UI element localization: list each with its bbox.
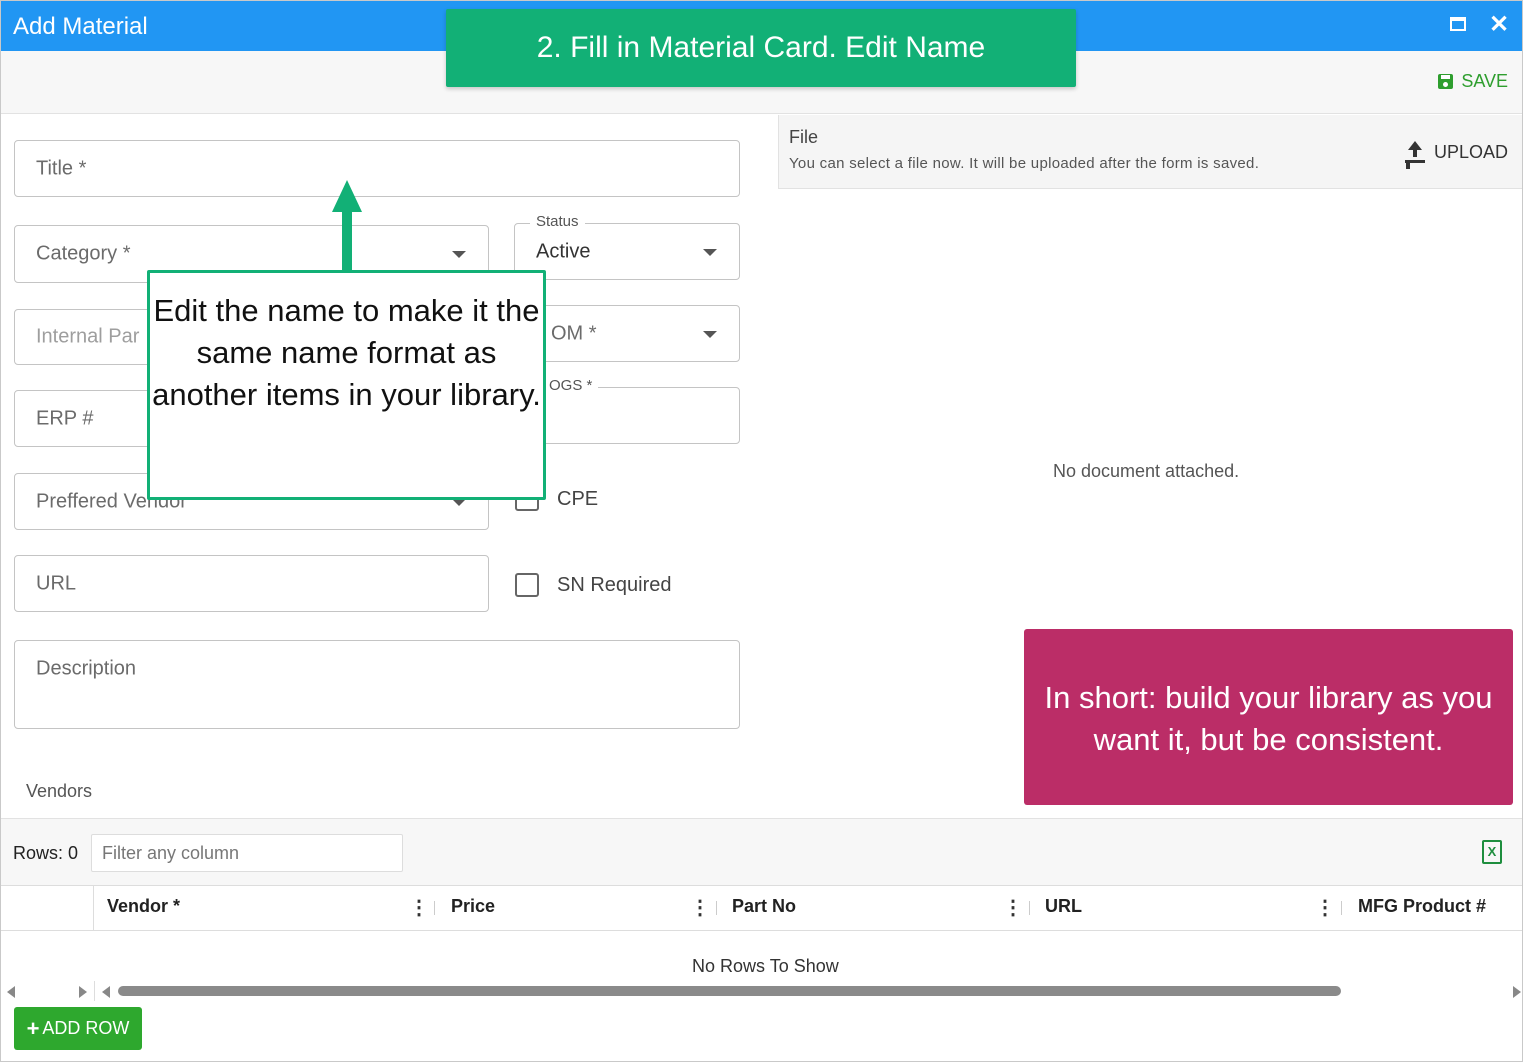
file-panel: File You can select a file now. It will … <box>778 115 1522 189</box>
column-separator[interactable] <box>1029 901 1030 915</box>
row-selector-column <box>1 886 94 930</box>
upload-label: UPLOAD <box>1433 141 1508 162</box>
sn-required-label: SN Required <box>557 573 672 596</box>
grid-header: Vendor * ⋮ Price ⋮ Part No ⋮ URL ⋮ MFG P… <box>1 885 1522 931</box>
maximize-button[interactable] <box>1444 11 1472 39</box>
maximize-icon <box>1450 16 1466 31</box>
scroll-right-icon[interactable] <box>79 986 87 998</box>
cogs-legend: OGS * <box>543 377 599 394</box>
rows-count: Rows: 0 <box>13 843 79 863</box>
scroll-left-icon[interactable] <box>7 986 15 998</box>
column-separator[interactable] <box>716 901 717 915</box>
uom-select[interactable]: OM * <box>514 305 740 362</box>
title-input[interactable]: Title * <box>14 140 740 197</box>
no-rows-text: No Rows To Show <box>692 956 839 976</box>
cpe-label: CPE <box>557 487 599 510</box>
status-value: Active <box>536 240 591 262</box>
sn-required-checkbox-row[interactable]: SN Required <box>515 573 672 597</box>
chevron-down-icon <box>703 248 717 256</box>
scroll-thumb[interactable] <box>118 986 1341 996</box>
column-header-mfg-product[interactable]: MFG Product # <box>1358 896 1486 917</box>
chevron-down-icon <box>703 330 717 338</box>
filter-input[interactable] <box>91 834 403 872</box>
step-banner: 2. Fill in Material Card. Edit Name <box>446 9 1076 87</box>
cogs-input[interactable]: OGS * <box>514 377 740 444</box>
scroll-divider <box>94 981 95 1001</box>
column-menu-icon[interactable]: ⋮ <box>1003 895 1023 920</box>
scroll-left-icon[interactable] <box>102 986 110 998</box>
horizontal-scrollbar[interactable] <box>1 981 1522 1001</box>
add-row-button[interactable]: + ADD ROW <box>14 1007 142 1050</box>
internal-part-placeholder: Internal Par <box>36 325 140 348</box>
column-menu-icon[interactable]: ⋮ <box>690 895 710 920</box>
file-hint: You can select a file now. It will be up… <box>789 155 1260 172</box>
save-button[interactable]: SAVE <box>1438 71 1508 92</box>
plus-icon: + <box>26 1015 40 1041</box>
tip-box: In short: build your library as you want… <box>1024 629 1513 805</box>
url-input[interactable]: URL <box>14 555 489 612</box>
description-placeholder: Description <box>36 657 137 680</box>
close-button[interactable]: ✕ <box>1485 11 1513 39</box>
excel-export-icon[interactable]: X <box>1482 840 1502 864</box>
grid-toolbar: Rows: 0 X <box>1 818 1522 885</box>
sn-required-checkbox[interactable] <box>515 573 539 597</box>
column-separator[interactable] <box>434 901 435 915</box>
url-placeholder: URL <box>36 572 77 594</box>
save-icon <box>1438 74 1454 89</box>
file-title: File <box>789 127 819 147</box>
erp-placeholder: ERP # <box>36 407 94 429</box>
no-document-text: No document attached. <box>1053 461 1240 481</box>
column-separator[interactable] <box>1341 901 1342 915</box>
column-menu-icon[interactable]: ⋮ <box>409 895 429 920</box>
category-placeholder: Category * <box>36 242 131 265</box>
column-header-url[interactable]: URL <box>1045 896 1082 917</box>
save-label: SAVE <box>1461 71 1508 91</box>
description-textarea[interactable]: Description <box>14 640 740 729</box>
arrow-up-icon <box>332 180 362 272</box>
add-row-label: ADD ROW <box>42 1018 130 1038</box>
dialog-title: Add Material <box>13 13 148 40</box>
title-placeholder: Title * <box>36 157 87 179</box>
column-menu-icon[interactable]: ⋮ <box>1315 895 1335 920</box>
status-select[interactable]: Status Active <box>514 213 740 280</box>
status-legend: Status <box>530 213 585 230</box>
instruction-callout: Edit the name to make it the same name f… <box>147 270 546 500</box>
upload-button[interactable]: UPLOAD <box>1404 141 1508 163</box>
chevron-down-icon <box>452 251 466 258</box>
column-header-part-no[interactable]: Part No <box>732 896 796 917</box>
uom-placeholder: OM * <box>551 322 597 344</box>
vendors-heading: Vendors <box>26 781 93 801</box>
upload-icon <box>1404 141 1426 163</box>
add-material-dialog: Add Material ✕ SAVE Title * Category * S… <box>0 0 1523 1062</box>
column-header-price[interactable]: Price <box>451 896 495 917</box>
scroll-right-icon[interactable] <box>1513 986 1521 998</box>
column-header-vendor[interactable]: Vendor * <box>107 896 180 917</box>
